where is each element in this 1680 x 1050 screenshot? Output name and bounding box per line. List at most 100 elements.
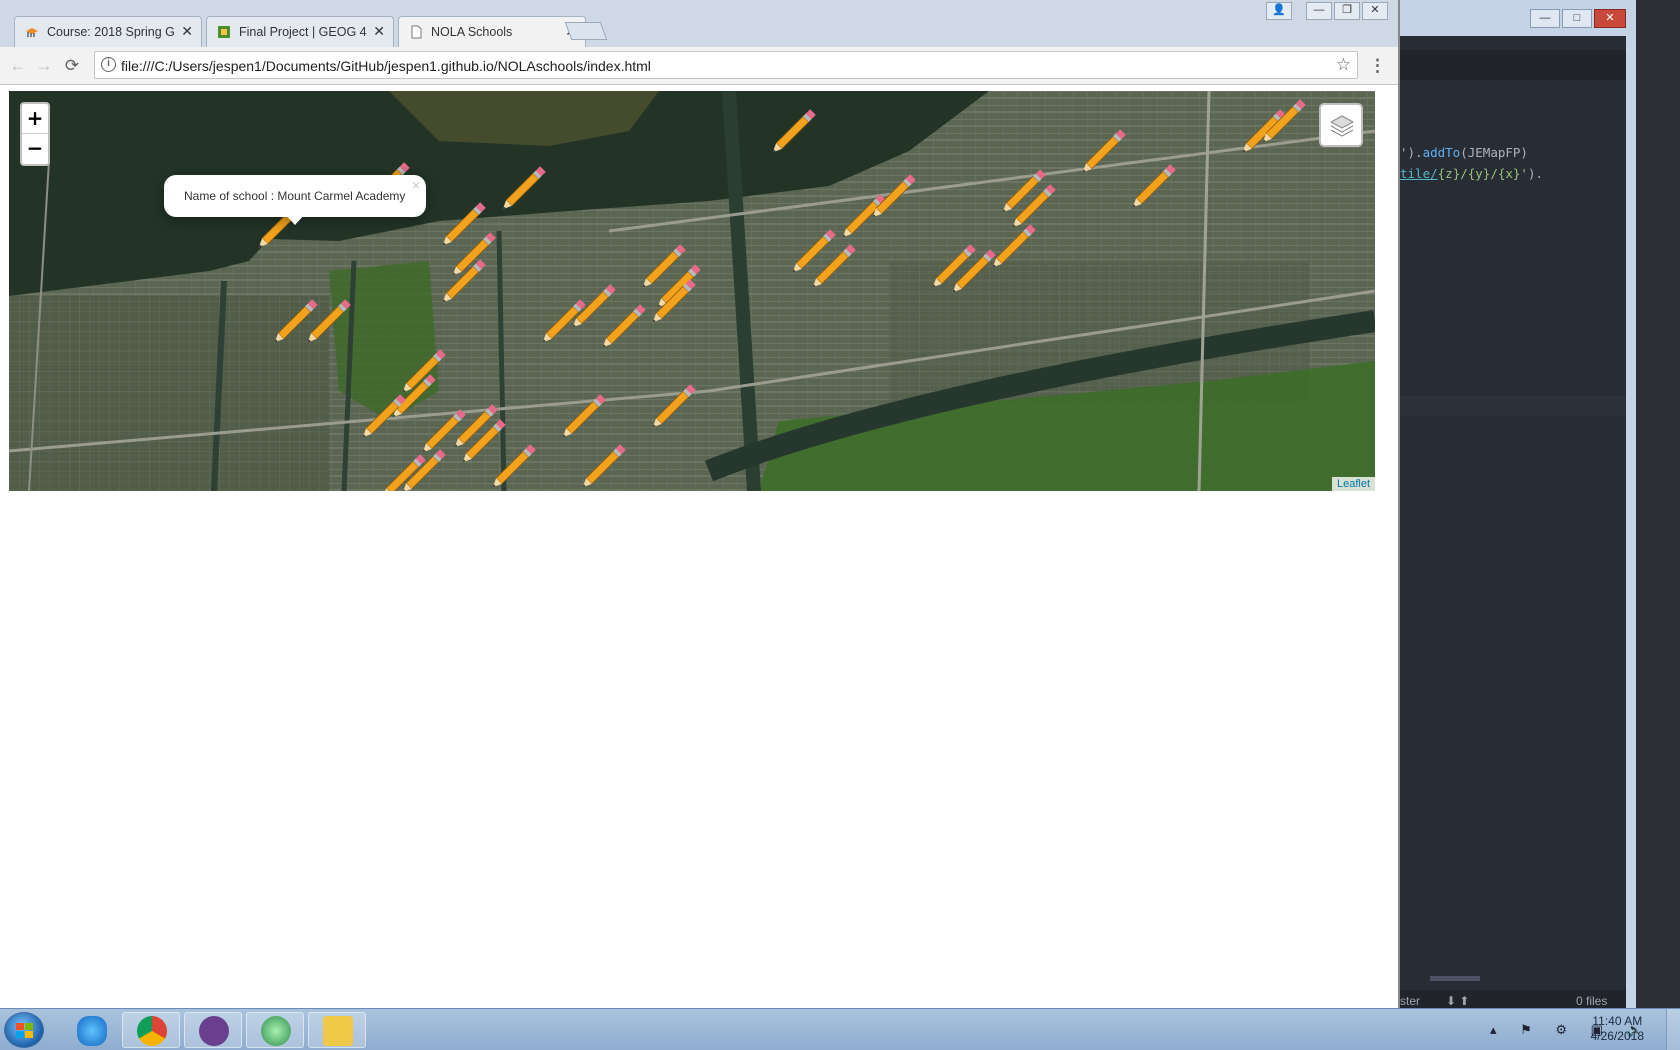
minimize-icon[interactable]: —: [1530, 9, 1560, 28]
show-desktop-button[interactable]: [1666, 1009, 1680, 1050]
tab-course[interactable]: Course: 2018 Spring GEO ✕: [14, 16, 202, 47]
taskbar-internet-explorer[interactable]: [62, 1012, 120, 1048]
close-icon[interactable]: ✕: [373, 23, 385, 40]
code-line[interactable]: ').addTo(JEMapFP): [1400, 145, 1528, 160]
pencil-icon[interactable]: [440, 202, 486, 248]
zoom-control: + −: [20, 102, 50, 166]
code-line[interactable]: tile/{z}/{y}/{x}').: [1400, 166, 1543, 181]
fetch-arrows-icon[interactable]: ⬇ ⬆: [1446, 994, 1469, 1008]
pencil-icon[interactable]: [420, 409, 466, 455]
clock-time: 11:40 AM: [1592, 1014, 1643, 1028]
pencil-icon[interactable]: [770, 109, 816, 155]
file-explorer-icon: [323, 1016, 353, 1046]
pencil-icon[interactable]: [500, 166, 546, 212]
pencil-icon[interactable]: [460, 419, 506, 465]
clock-date: 4/26/2018: [1590, 1029, 1644, 1043]
taskbar-atom[interactable]: [246, 1012, 304, 1048]
minimize-icon[interactable]: —: [1306, 2, 1332, 20]
chrome-window: Course: 2018 Spring GEO ✕ Final Project …: [0, 0, 1400, 1008]
cursor-line-highlight: [1400, 396, 1636, 416]
chrome-window-controls: 👤 — ❐ ✕: [1266, 2, 1388, 20]
pencil-icon[interactable]: [490, 444, 536, 490]
git-files-label[interactable]: 0 files: [1576, 994, 1607, 1008]
atom-title-bar: — □ ✕: [1400, 0, 1636, 36]
code-token: ).: [1527, 166, 1544, 181]
code-token: tile/: [1400, 166, 1438, 181]
horizontal-scrollbar[interactable]: [1430, 976, 1480, 981]
atom-editor-window: — □ ✕ ').addTo(JEMapFP) tile/{z}/{y}/{x}…: [1400, 0, 1636, 1014]
popup-tip: [285, 214, 305, 225]
internet-explorer-icon: [77, 1016, 107, 1046]
chrome-menu-icon[interactable]: ⋮: [1369, 56, 1386, 76]
pencil-icon[interactable]: [650, 384, 696, 430]
pencil-icon[interactable]: [930, 244, 976, 290]
close-icon[interactable]: ✕: [181, 23, 193, 40]
pencil-icon[interactable]: [360, 394, 406, 440]
school-popup: Name of school : Mount Carmel Academy ×: [164, 175, 426, 225]
tray-clock[interactable]: 11:40 AM 4/26/2018: [1591, 1014, 1644, 1044]
pencil-icon[interactable]: [560, 394, 606, 440]
pencil-icon[interactable]: [990, 224, 1036, 270]
tab-title: Final Project | GEOG 404: [239, 25, 367, 39]
new-tab-button[interactable]: [564, 22, 608, 40]
address-bar[interactable]: i file:///C:/Users/jespen1/Documents/Git…: [94, 51, 1358, 79]
tab-title: Course: 2018 Spring GEO: [47, 25, 175, 39]
tab-strip: Course: 2018 Spring GEO ✕ Final Project …: [0, 0, 1398, 48]
github-desktop-icon: [199, 1016, 229, 1046]
tab-title: NOLA Schools: [431, 25, 513, 39]
pencil-icon[interactable]: [1080, 129, 1126, 175]
close-icon[interactable]: ✕: [1594, 9, 1626, 28]
popup-content: Name of school : Mount Carmel Academy: [184, 189, 406, 203]
pencil-icon[interactable]: [1130, 164, 1176, 210]
tab-final-project[interactable]: Final Project | GEOG 404 ✕: [206, 16, 394, 47]
pencil-icon[interactable]: [870, 174, 916, 220]
code-token: addTo: [1422, 145, 1461, 160]
atom-tab-bar: [1400, 50, 1636, 80]
bookmark-star-icon[interactable]: ☆: [1336, 55, 1351, 75]
document-icon: [411, 25, 422, 39]
forward-button[interactable]: →: [34, 56, 54, 76]
school-map[interactable]: + − Name of school : Mount Carmel Academ…: [9, 91, 1375, 491]
windows-logo-icon: [16, 1023, 33, 1038]
taskbar-github-desktop[interactable]: [184, 1012, 242, 1048]
browser-toolbar: ← → ⟳ i file:///C:/Users/jespen1/Documen…: [0, 47, 1398, 85]
url-text: file:///C:/Users/jespen1/Documents/GitHu…: [121, 58, 651, 74]
window-border: [1626, 0, 1636, 1008]
atom-window-controls: — □ ✕: [1530, 9, 1626, 28]
profile-icon[interactable]: 👤: [1266, 2, 1292, 20]
back-button[interactable]: ←: [8, 56, 28, 76]
pencil-icon[interactable]: [1000, 169, 1046, 215]
popup-close-button[interactable]: ×: [412, 177, 420, 193]
pencil-icon[interactable]: [950, 249, 996, 295]
tab-nola-schools[interactable]: NOLA Schools ✕: [398, 16, 586, 48]
pencil-icon[interactable]: [580, 444, 626, 490]
pencil-icon[interactable]: [840, 194, 886, 240]
layers-icon: [1329, 115, 1355, 137]
git-branch-label[interactable]: ster: [1400, 994, 1420, 1008]
taskbar-chrome[interactable]: [122, 1012, 180, 1048]
moodle-hat-icon: [26, 28, 38, 37]
close-icon[interactable]: ✕: [1362, 2, 1388, 20]
info-icon[interactable]: i: [101, 57, 116, 72]
green-page-icon: [218, 26, 230, 38]
restore-icon[interactable]: ❐: [1334, 2, 1360, 20]
chrome-icon: [137, 1016, 167, 1046]
code-token: (JEMapFP): [1460, 145, 1528, 160]
maximize-icon[interactable]: □: [1562, 9, 1592, 28]
start-button[interactable]: [4, 1012, 44, 1048]
system-tray: ▴ ⚑ ⚙ ▣ 🔈 11:40 AM 4/26/2018: [1480, 1009, 1680, 1050]
pencil-icon[interactable]: [1010, 184, 1056, 230]
code-token: {z}/{y}/{x}': [1437, 166, 1528, 181]
zoom-in-button[interactable]: +: [22, 104, 48, 134]
atom-icon: [261, 1016, 291, 1046]
attribution-link[interactable]: Leaflet: [1331, 477, 1375, 491]
zoom-out-button[interactable]: −: [22, 134, 48, 164]
layers-control[interactable]: [1319, 103, 1363, 147]
reload-button[interactable]: ⟳: [62, 56, 82, 76]
pencil-icon[interactable]: [600, 304, 646, 350]
school-markers-layer: [258, 99, 1306, 491]
taskbar-file-explorer[interactable]: [308, 1012, 366, 1048]
taskbar: ▴ ⚑ ⚙ ▣ 🔈 11:40 AM 4/26/2018: [0, 1008, 1680, 1050]
code-token: ').: [1400, 145, 1423, 160]
